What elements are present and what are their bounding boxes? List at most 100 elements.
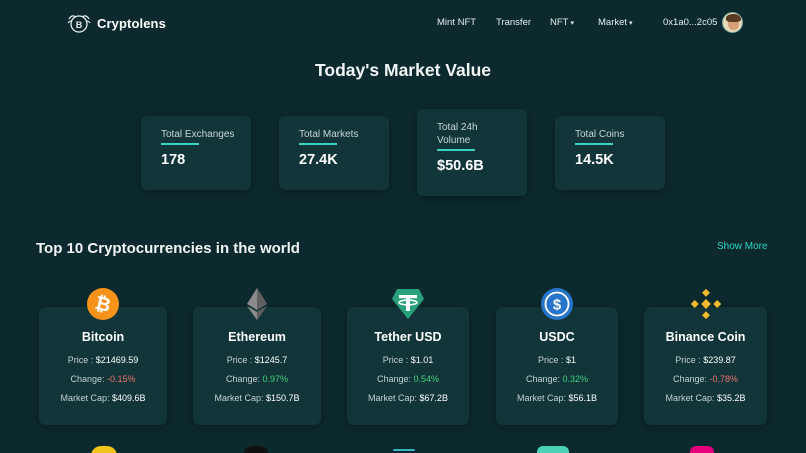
coin-cap-row: Market Cap: $150.7B xyxy=(193,393,321,403)
stat-underline xyxy=(575,143,613,145)
bitcoin-icon: ₿ xyxy=(87,288,119,320)
coin-card-usdc[interactable]: $ USDC Price : $1 Change: 0.32% Market C… xyxy=(496,288,618,425)
stat-underline xyxy=(437,149,475,151)
chevron-down-icon: ▾ xyxy=(570,19,574,27)
coin-change: 0.32% xyxy=(562,374,589,384)
coin-price: $1 xyxy=(566,355,577,365)
ethereum-icon xyxy=(247,288,267,320)
coin-card-tether[interactable]: Tether USD Price : $1.01 Change: 0.54% M… xyxy=(347,289,469,425)
show-more-link[interactable]: Show More xyxy=(717,241,768,252)
avatar[interactable] xyxy=(722,12,744,33)
price-label: Price : xyxy=(537,355,564,365)
coin-name: Ethereum xyxy=(228,330,286,344)
nav-nft-label: NFT xyxy=(550,17,569,28)
coin-change: 0.54% xyxy=(413,374,440,384)
cap-label: Market Cap: xyxy=(60,393,110,403)
stat-value: 27.4K xyxy=(299,152,338,168)
stat-underline xyxy=(299,143,337,145)
svg-text:B: B xyxy=(76,20,83,30)
coin-card-ethereum[interactable]: Ethereum Price : $1245.7 Change: 0.97% M… xyxy=(193,288,321,425)
coin-change: -0.78% xyxy=(709,374,739,384)
wallet-address: 0x1a0...2c05 xyxy=(663,17,718,28)
coin-price: $1245.7 xyxy=(254,355,288,365)
coin-change-row: Change: 0.32% xyxy=(496,374,618,384)
coin-cap-row: Market Cap: $409.6B xyxy=(39,393,167,403)
next-row-coin-icon xyxy=(91,446,117,453)
coin-price-row: Price : $239.87 xyxy=(644,355,767,365)
coin-cap: $150.7B xyxy=(266,393,300,403)
coin-cap: $35.2B xyxy=(717,393,746,403)
coin-name: Binance Coin xyxy=(665,330,746,344)
coin-cap: $67.2B xyxy=(419,393,449,403)
stat-total-coins: Total Coins 14.5K xyxy=(555,116,665,190)
app-name: Cryptolens xyxy=(97,15,166,31)
svg-text:$: $ xyxy=(553,297,562,314)
nav-transfer[interactable]: Transfer xyxy=(496,17,531,28)
section-title: Top 10 Cryptocurrencies in the world xyxy=(36,240,300,257)
price-label: Price : xyxy=(382,355,409,365)
next-row-coin-icon xyxy=(537,446,569,453)
stat-label: Total Coins xyxy=(575,129,625,140)
change-label: Change: xyxy=(376,374,411,384)
tether-icon xyxy=(392,289,424,319)
price-label: Price : xyxy=(675,355,701,365)
stat-label: Total Markets xyxy=(299,129,359,140)
change-label: Change: xyxy=(70,374,105,384)
coin-cap-row: Market Cap: $67.2B xyxy=(347,393,469,403)
stat-value: 14.5K xyxy=(575,152,614,168)
coin-price-row: Price : $1 xyxy=(496,355,618,365)
stat-underline xyxy=(161,143,199,145)
stat-total-markets: Total Markets 27.4K xyxy=(279,116,389,190)
cap-label: Market Cap: xyxy=(516,393,566,403)
stat-value: 178 xyxy=(161,152,186,168)
price-label: Price : xyxy=(226,355,253,365)
logo[interactable]: B Cryptolens xyxy=(66,10,166,36)
coin-price: $21469.59 xyxy=(95,355,139,365)
stat-total-exchanges: Total Exchanges 178 xyxy=(141,116,251,190)
coin-cap-row: Market Cap: $56.1B xyxy=(496,393,618,403)
nav-mint-nft[interactable]: Mint NFT xyxy=(437,17,476,28)
coin-change-row: Change: -0.78% xyxy=(644,374,767,384)
cap-label: Market Cap: xyxy=(214,393,264,403)
coin-price: $239.87 xyxy=(703,355,736,365)
cap-label: Market Cap: xyxy=(665,393,715,403)
coin-change-row: Change: 0.97% xyxy=(193,374,321,384)
coin-name: USDC xyxy=(539,330,575,344)
wallet-button[interactable]: 0x1a0...2c05 xyxy=(663,12,744,33)
coin-price-row: Price : $1.01 xyxy=(347,355,469,365)
next-row-coin-icon xyxy=(690,446,714,453)
coin-price-row: Price : $21469.59 xyxy=(39,355,167,365)
coin-change-row: Change: -0.15% xyxy=(39,374,167,384)
binance-icon xyxy=(690,288,721,320)
nav-market-label: Market xyxy=(598,17,628,28)
coin-name: Bitcoin xyxy=(81,330,125,344)
change-label: Change: xyxy=(525,374,560,384)
change-label: Change: xyxy=(225,374,260,384)
top-nav: B Cryptolens Mint NFT Transfer NFT ▾ Mar… xyxy=(0,0,806,46)
next-row-coin-icon xyxy=(393,449,415,451)
stat-label: Total Exchanges xyxy=(161,129,235,140)
next-row-coin-icon xyxy=(243,446,269,453)
coin-card-binance-coin[interactable]: Binance Coin Price : $239.87 Change: -0.… xyxy=(644,288,767,425)
coin-change: -0.15% xyxy=(107,374,136,384)
page-title: Today's Market Value xyxy=(315,60,491,80)
chevron-down-icon: ▾ xyxy=(629,19,633,27)
coin-change-row: Change: 0.54% xyxy=(347,374,469,384)
coin-cap: $56.1B xyxy=(568,393,598,403)
stat-total-24h-volume: Total 24h Volume $50.6B xyxy=(417,109,527,196)
coin-cap: $409.6B xyxy=(112,393,146,403)
nav-nft-dropdown[interactable]: NFT ▾ xyxy=(550,17,574,28)
change-label: Change: xyxy=(672,374,707,384)
coin-price: $1.01 xyxy=(410,355,434,365)
coin-price-row: Price : $1245.7 xyxy=(193,355,321,365)
nav-market-dropdown[interactable]: Market ▾ xyxy=(598,17,633,28)
stat-value: $50.6B xyxy=(437,158,484,174)
stat-label: Total 24h Volume xyxy=(437,122,478,146)
cap-label: Market Cap: xyxy=(367,393,417,403)
cryptolens-logo-icon: B xyxy=(67,15,91,33)
usdc-icon: $ xyxy=(541,288,573,320)
coin-card-bitcoin[interactable]: ₿ Bitcoin Price : $21469.59 Change: -0.1… xyxy=(39,288,167,425)
price-label: Price : xyxy=(67,355,94,365)
coin-name: Tether USD xyxy=(374,330,442,344)
coin-change: 0.97% xyxy=(262,374,289,384)
